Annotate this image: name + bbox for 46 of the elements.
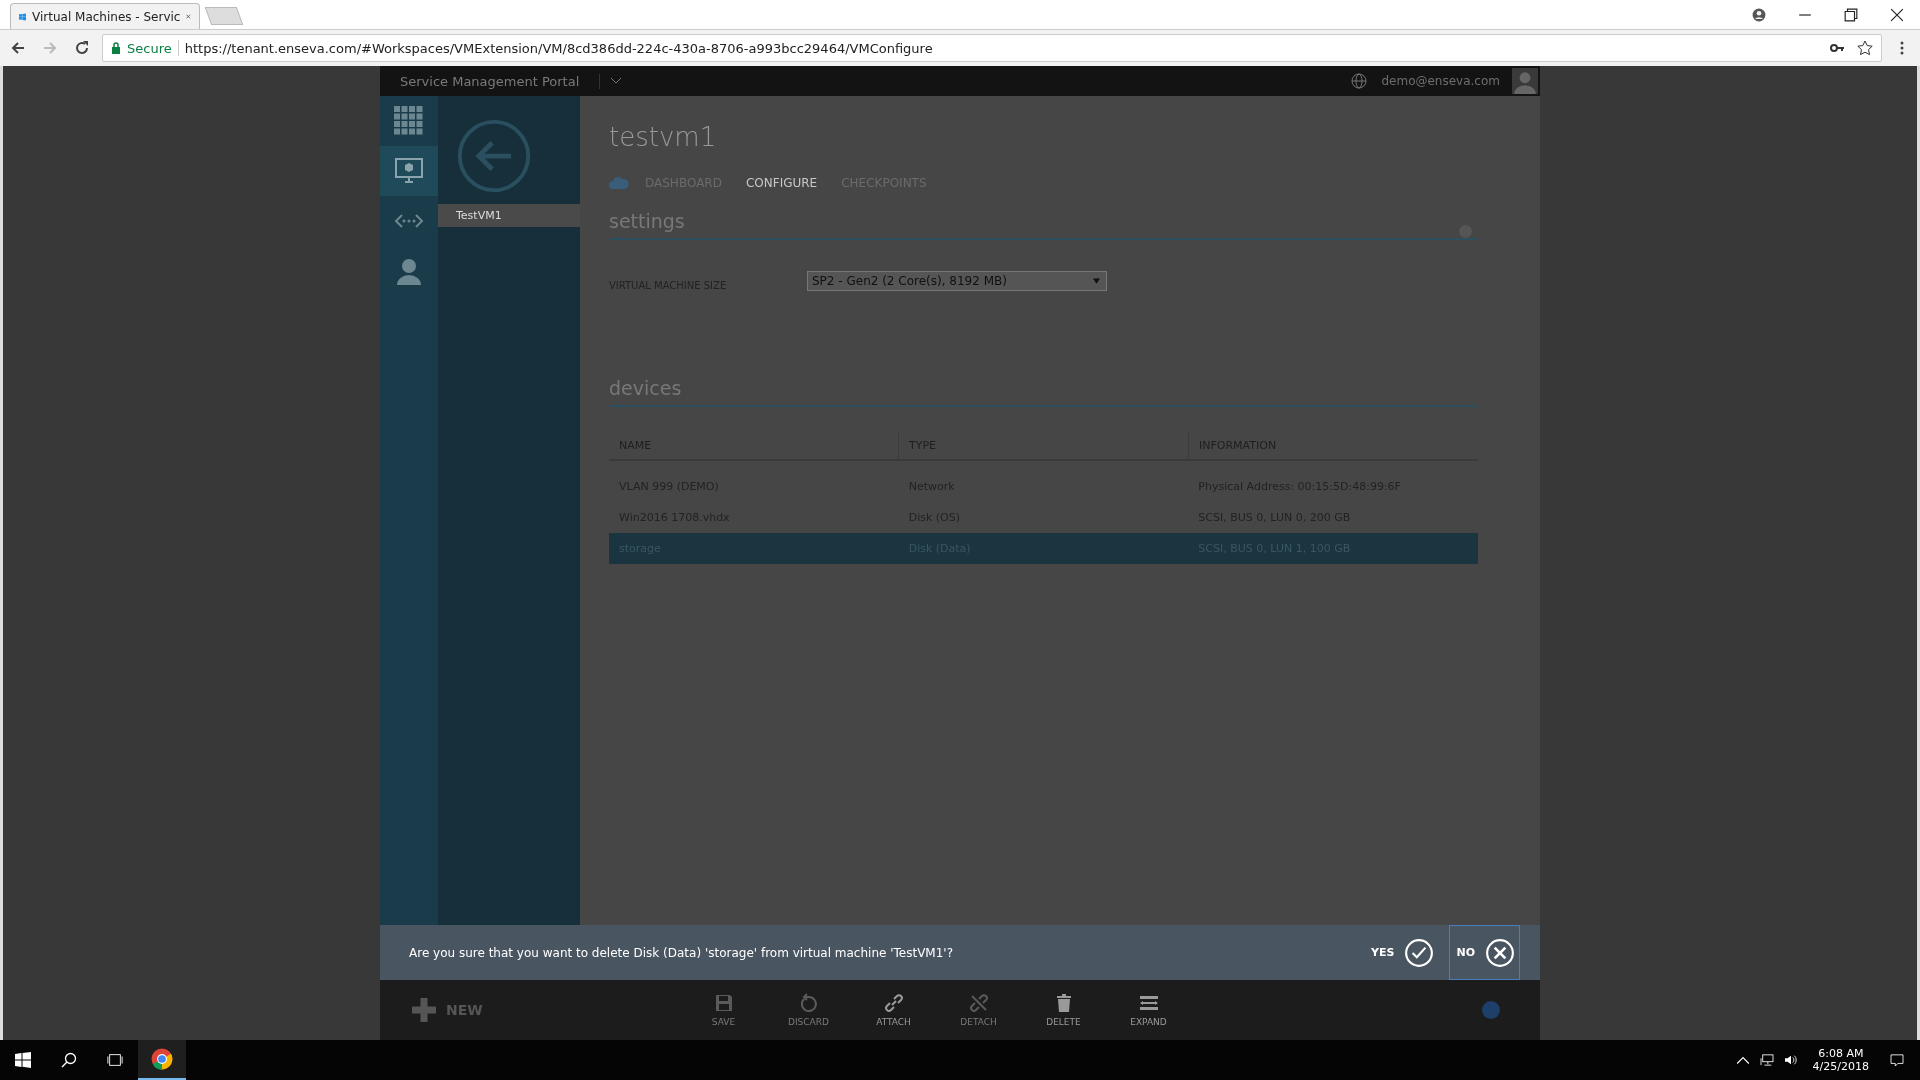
restore-icon[interactable]	[1844, 8, 1858, 22]
dropdown-arrow-icon	[1093, 277, 1100, 284]
star-icon[interactable]	[1857, 40, 1873, 56]
grid-icon	[394, 106, 424, 136]
plus-icon	[412, 998, 436, 1022]
lock-icon	[111, 42, 121, 54]
close-icon[interactable]	[1890, 8, 1904, 22]
url-text: https://tenant.enseva.com/#Workspaces/VMExtension/VM/8cd386dd-224c-430a-8706-a993bcc29464/VMConfigure	[184, 40, 933, 56]
user-email[interactable]: demo@enseva.com	[1381, 74, 1500, 88]
yes-button[interactable]: YES	[1364, 925, 1440, 980]
close-tab-icon[interactable]	[186, 12, 191, 21]
size-dropdown[interactable]: SP2 - Gen2 (2 Core(s), 8192 MB)	[807, 270, 1107, 291]
checkmark-icon	[1404, 937, 1435, 968]
user-icon	[394, 256, 424, 286]
account-icon[interactable]	[1752, 8, 1766, 22]
globe-icon[interactable]	[1351, 73, 1368, 89]
page-tab[interactable]: CONFIGURE	[745, 176, 818, 190]
broken-link-icon	[968, 993, 989, 1013]
monitor-icon	[394, 156, 424, 186]
network-icon[interactable]	[1759, 1054, 1774, 1066]
portal-title: Service Management Portal	[400, 73, 601, 89]
page-title: testvm1	[609, 122, 718, 152]
clock[interactable]: 6:08 AM 4/25/2018	[1812, 1047, 1869, 1073]
no-button[interactable]: NO	[1449, 925, 1520, 980]
address-bar[interactable]: Secure https://tenant.enseva.com/#Workspaces/VMExtension/VM/8cd386dd-224c-430a-8706-a993bcc29464/VMConfigure	[102, 34, 1882, 62]
nav-button[interactable]	[380, 146, 438, 196]
new-button[interactable]: NEW	[406, 997, 696, 1023]
notifications-icon[interactable]	[1890, 1054, 1904, 1066]
expand-icon	[1138, 993, 1159, 1013]
browser-tab[interactable]: Virtual Machines - Servic	[10, 3, 200, 29]
chevron-up-icon[interactable]	[1735, 1054, 1750, 1066]
cloud-icon	[609, 176, 629, 190]
delete-button[interactable]: DELETE	[1036, 993, 1091, 1027]
browser-logo-icon	[151, 1048, 173, 1070]
chevron-down-icon[interactable]	[610, 77, 623, 85]
tab-title: Virtual Machines - Servic	[32, 9, 181, 24]
attach-button[interactable]: ATTACH	[866, 993, 921, 1027]
secure-label: Secure	[127, 40, 172, 56]
close-circle-icon	[1485, 937, 1515, 968]
confirm-message: Are you sure that you want to delete Disk (Data) 'storage' from virtual machine 'TestVM1'?	[409, 945, 953, 960]
side-list-item[interactable]: TestVM1	[438, 204, 580, 227]
chrome-taskbar-button[interactable]	[138, 1040, 186, 1080]
undo-icon	[798, 993, 819, 1013]
expand-button[interactable]: EXPAND	[1121, 993, 1176, 1027]
volume-icon[interactable]	[1783, 1054, 1798, 1066]
link-icon	[883, 993, 904, 1013]
